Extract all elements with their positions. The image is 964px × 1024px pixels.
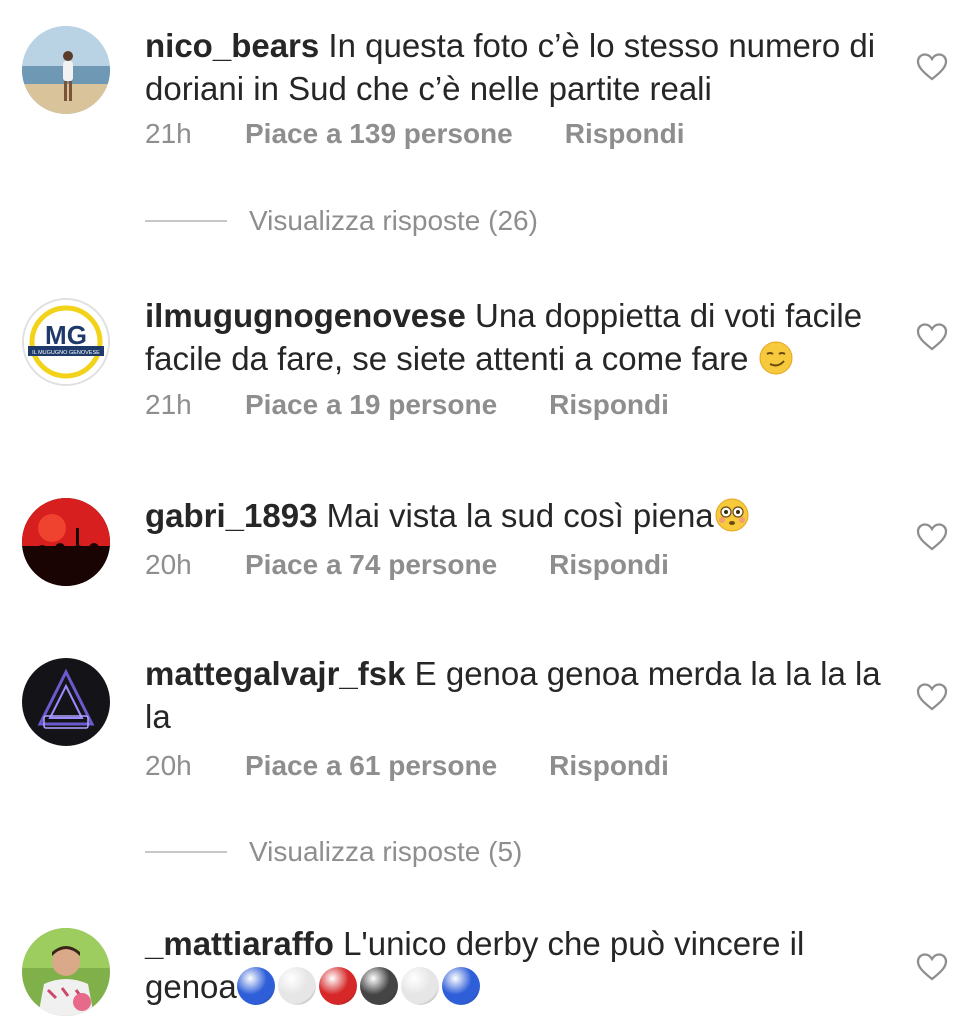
avatar[interactable] (22, 658, 110, 746)
comment-time: 20h (145, 549, 192, 580)
username[interactable]: gabri_1893 (145, 497, 317, 534)
comment-meta: 21h Piace a 139 persone Rispondi (145, 118, 685, 150)
likes-count[interactable]: Piace a 61 persone (245, 750, 497, 782)
likes-count[interactable]: Piace a 139 persone (245, 118, 513, 150)
comment-meta: 20h Piace a 61 persone Rispondi (145, 750, 669, 782)
view-replies-button[interactable]: Visualizza risposte (26) (145, 205, 538, 237)
comment-text: Mai vista la sud così piena (326, 497, 714, 534)
comment-body: mattegalvajr_fsk E genoa genoa merda la … (145, 652, 895, 738)
comment-meta: 20h Piace a 74 persone Rispondi (145, 549, 669, 581)
reply-button[interactable]: Rispondi (549, 549, 669, 581)
comment-time: 20h (145, 750, 192, 781)
comment-body: nico_bears In questa foto c’è lo stesso … (145, 24, 895, 110)
heart-icon[interactable] (916, 522, 948, 552)
heart-icon[interactable] (916, 52, 948, 82)
ball-emoji-icon (277, 967, 316, 1006)
comment-body: gabri_1893 Mai vista la sud così piena (145, 494, 895, 537)
reply-button[interactable]: Rispondi (549, 389, 669, 421)
avatar[interactable] (22, 928, 110, 1016)
username[interactable]: _mattiaraffo (145, 925, 334, 962)
divider (145, 851, 227, 853)
comment-body: _mattiaraffo L'unico derby che può vince… (145, 922, 895, 1008)
likes-count[interactable]: Piace a 19 persone (245, 389, 497, 421)
likes-count[interactable]: Piace a 74 persone (245, 549, 497, 581)
ball-emoji-icon (318, 967, 357, 1006)
view-replies-button[interactable]: Visualizza risposte (5) (145, 836, 522, 868)
divider (145, 220, 227, 222)
emoji-balls (236, 967, 483, 1006)
flushed-face-icon (715, 498, 749, 532)
avatar[interactable]: MG IL MUGUGNO GENOVESE (22, 298, 110, 386)
comment-body: ilmugugnogenovese Una doppietta di voti … (145, 294, 895, 380)
ball-emoji-icon (359, 967, 398, 1006)
avatar[interactable] (22, 498, 110, 586)
comment-meta: 21h Piace a 19 persone Rispondi (145, 389, 669, 421)
avatar-logo-text: MG (45, 320, 87, 350)
username[interactable]: nico_bears (145, 27, 319, 64)
heart-icon[interactable] (916, 952, 948, 982)
reply-button[interactable]: Rispondi (565, 118, 685, 150)
heart-icon[interactable] (916, 682, 948, 712)
view-replies-label: Visualizza risposte (26) (249, 205, 538, 236)
comment-time: 21h (145, 389, 192, 420)
smirk-face-icon (759, 341, 793, 375)
username[interactable]: mattegalvajr_fsk (145, 655, 405, 692)
avatar[interactable] (22, 26, 110, 114)
reply-button[interactable]: Rispondi (549, 750, 669, 782)
view-replies-label: Visualizza risposte (5) (249, 836, 523, 867)
avatar-caption: IL MUGUGNO GENOVESE (32, 350, 100, 356)
heart-icon[interactable] (916, 322, 948, 352)
ball-emoji-icon (441, 967, 480, 1006)
username[interactable]: ilmugugnogenovese (145, 297, 466, 334)
ball-emoji-icon (400, 967, 439, 1006)
comment-time: 21h (145, 118, 192, 149)
ball-emoji-icon (236, 967, 275, 1006)
